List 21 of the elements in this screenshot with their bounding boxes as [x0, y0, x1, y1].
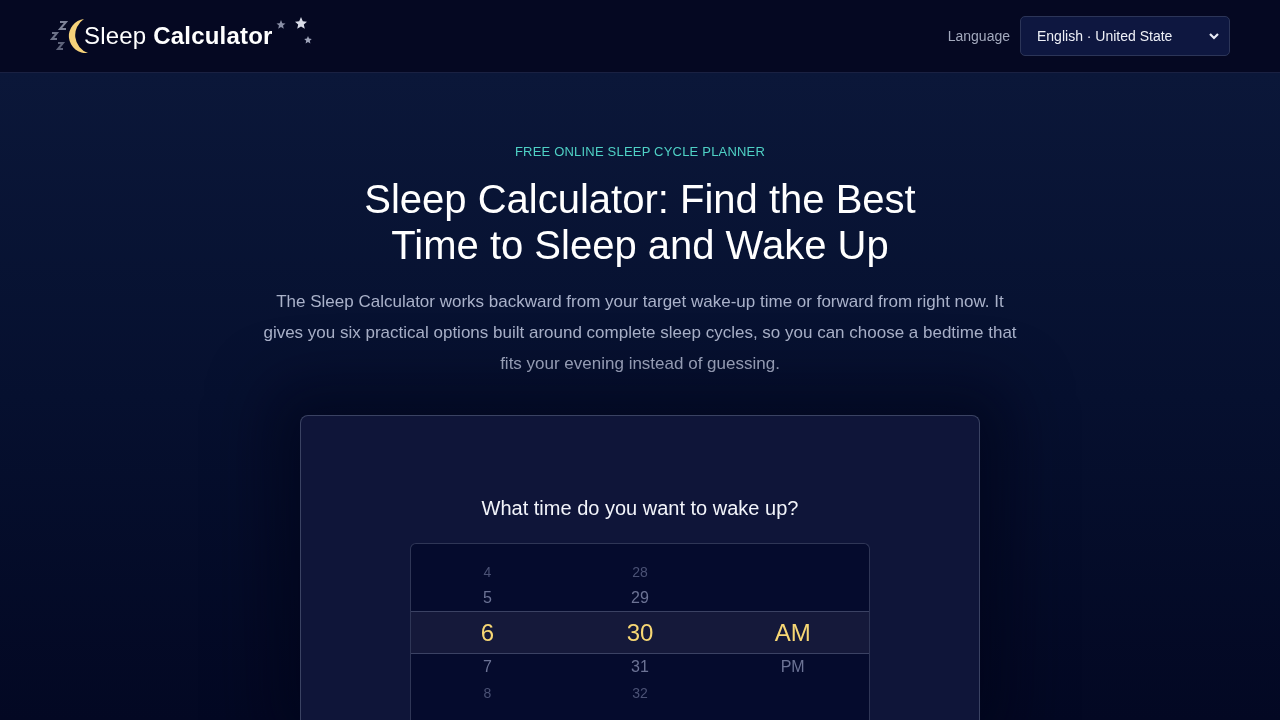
logo-text[interactable]: Sleep Calculator: [84, 24, 273, 48]
question-heading: What time do you want to wake up?: [481, 496, 799, 520]
picker-option[interactable]: 5: [482, 588, 492, 608]
picker-option[interactable]: 6: [480, 618, 494, 647]
picker-option[interactable]: AM: [774, 618, 811, 647]
language-select[interactable]: English · United State: [1020, 16, 1230, 56]
time-picker[interactable]: 4 28 5 29 6 30 AM 7 31 PM 8 32: [410, 543, 870, 720]
picker-option[interactable]: 7: [482, 657, 492, 677]
picker-option[interactable]: 32: [632, 684, 648, 702]
language-label: Language: [947, 26, 1010, 46]
picker-option[interactable]: 8: [483, 684, 492, 702]
picker-option[interactable]: 4: [483, 563, 492, 581]
picker-option[interactable]: 31: [631, 657, 649, 677]
picker-option[interactable]: 30: [626, 618, 654, 647]
intro-paragraph: The Sleep Calculator works backward from your target wake-up time or forward from right now. It gives you six practical options built around complete sleep cycles, so you can choose a bedtime that fits your evening instead of guessing.: [262, 291, 1018, 375]
picker-option[interactable]: 28: [632, 563, 648, 581]
page-title: Sleep Calculator: Find the Best Time to Sleep and Wake Up: [363, 176, 917, 268]
picker-option[interactable]: 29: [631, 588, 649, 608]
eyebrow-text: FREE ONLINE SLEEP CYCLE PLANNER: [514, 144, 766, 160]
chevron-down-icon: [1209, 32, 1219, 40]
picker-option[interactable]: PM: [780, 657, 805, 677]
